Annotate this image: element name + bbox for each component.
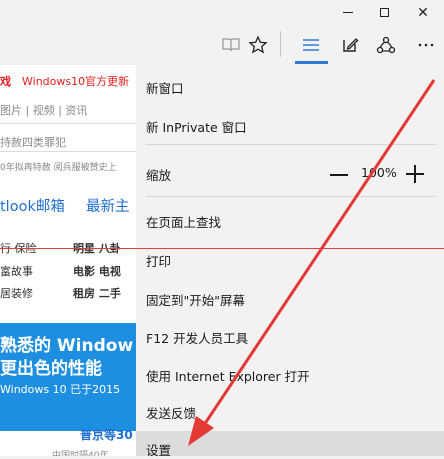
annotation-arrow — [188, 79, 436, 446]
